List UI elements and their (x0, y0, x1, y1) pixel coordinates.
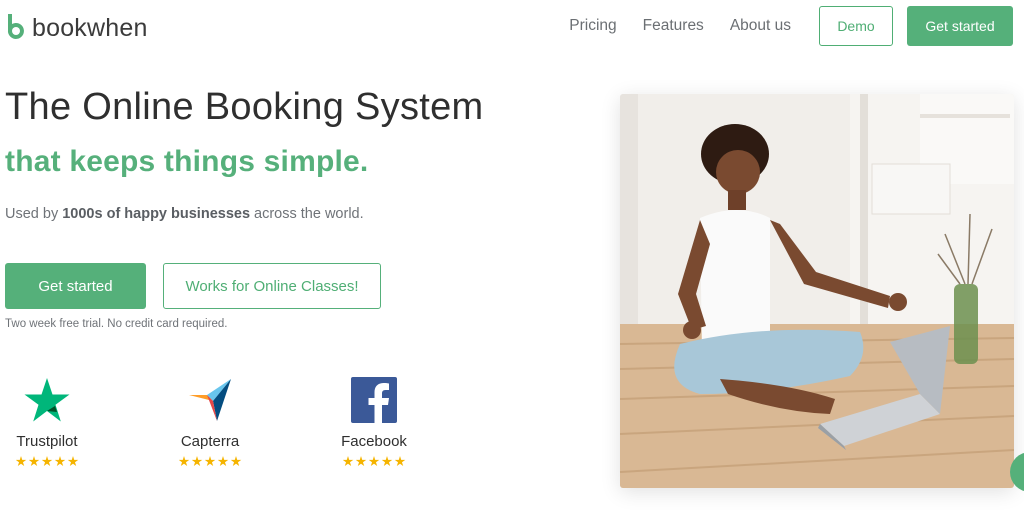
used-by-prefix: Used by (5, 206, 63, 222)
review-facebook[interactable]: Facebook (324, 376, 424, 467)
trustpilot-star-icon (0, 376, 97, 424)
star-icon (204, 456, 216, 467)
brand-name: bookwhen (32, 13, 148, 42)
nav-item-about-us[interactable]: About us (730, 17, 791, 35)
star-icon (41, 456, 53, 467)
review-name: Facebook (341, 433, 407, 450)
used-by-bold: 1000s of happy businesses (62, 206, 251, 222)
capterra-arrow-icon (160, 376, 260, 424)
nav-item-features[interactable]: Features (643, 17, 704, 35)
star-icon (394, 456, 406, 467)
star-icon (342, 456, 354, 467)
star-icon (368, 456, 380, 467)
brand-logo[interactable]: bookwhen (4, 12, 148, 42)
used-by-suffix: across the world. (250, 206, 364, 222)
yoga-meditation-photo (620, 94, 1014, 488)
rating-stars (0, 456, 97, 467)
star-icon (15, 456, 27, 467)
star-icon (54, 456, 66, 467)
main-nav: Pricing Features About us (569, 17, 791, 35)
hero-subtitle: that keeps things simple. (5, 145, 369, 178)
header-get-started-button[interactable]: Get started (907, 6, 1013, 46)
facebook-icon (324, 376, 424, 424)
trial-note: Two week free trial. No credit card requ… (5, 318, 228, 330)
review-name: Trustpilot (16, 433, 78, 450)
review-name: Capterra (180, 433, 240, 450)
star-icon (67, 456, 79, 467)
star-icon (230, 456, 242, 467)
demo-button[interactable]: Demo (819, 6, 893, 46)
review-trustpilot[interactable]: Trustpilot (0, 376, 97, 467)
rating-stars (324, 456, 424, 467)
star-icon (191, 456, 203, 467)
star-icon (217, 456, 229, 467)
star-icon (28, 456, 40, 467)
online-classes-button[interactable]: Works for Online Classes! (163, 263, 381, 309)
star-icon (381, 456, 393, 467)
star-icon (178, 456, 190, 467)
nav-item-pricing[interactable]: Pricing (569, 17, 616, 35)
rating-stars (160, 456, 260, 467)
bookwhen-logo-icon (7, 14, 24, 39)
get-started-button[interactable]: Get started (5, 263, 146, 309)
star-icon (355, 456, 367, 467)
review-capterra[interactable]: Capterra (160, 376, 260, 467)
hero-title: The Online Booking System (5, 86, 484, 128)
hero-used-by: Used by 1000s of happy businesses across… (5, 206, 364, 222)
